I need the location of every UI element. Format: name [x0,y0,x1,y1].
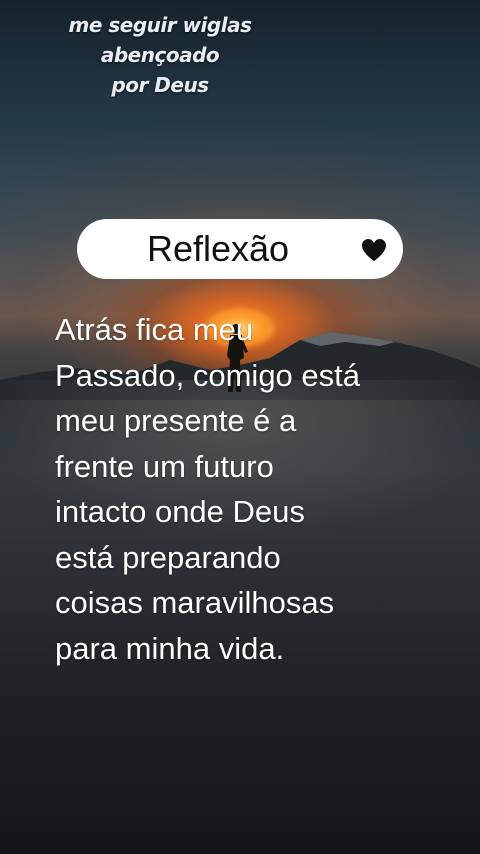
heart-icon [362,239,386,261]
quote-line: intacto onde Deus [55,494,305,529]
quote-line: para minha vida. [55,630,285,666]
watermark-caption: me seguir wiglas abençoado por Deus [10,10,310,100]
quote-line: meu presente é a [55,403,297,438]
card-title: Reflexão [146,228,290,269]
watermark-line-1: me seguir wiglas abençoado [68,13,252,67]
background-scene: me seguir wiglas abençoado por Deus Refl… [0,0,480,854]
quote-line: coisas maravilhosas [55,585,335,620]
quote-line: frente um futuro [55,448,274,484]
quote-text: Atrás fica meu Passado, comigo está meu … [55,307,465,671]
watermark-line-2: por Deus [111,73,209,97]
quote-line: está preparando [55,539,281,575]
quote-line: Passado, comigo está [55,357,361,393]
title-card: Reflexão [77,219,403,279]
quote-line: Atrás fica meu [55,312,254,347]
